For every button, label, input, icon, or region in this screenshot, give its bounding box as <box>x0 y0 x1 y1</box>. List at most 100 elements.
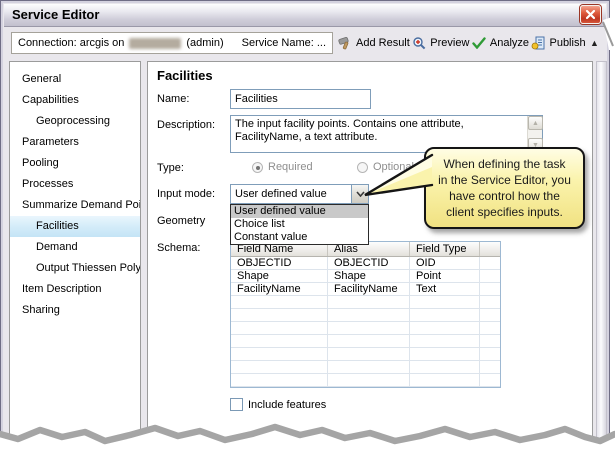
connection-box: Connection: arcgis on (admin) Service Na… <box>11 32 333 54</box>
table-cell <box>480 335 500 348</box>
schema-table[interactable]: Field NameAliasField Type OBJECTIDOBJECT… <box>230 241 501 388</box>
table-row[interactable] <box>231 361 500 374</box>
schema-label: Schema: <box>157 242 200 254</box>
main-panel: Facilities Name: Description: The input … <box>147 61 593 451</box>
add-result-button[interactable]: Add Result <box>338 36 410 50</box>
table-row[interactable] <box>231 348 500 361</box>
connection-admin-label: (admin) <box>186 37 223 49</box>
table-cell <box>328 309 410 322</box>
required-label: Required <box>268 161 313 173</box>
main-scrollbar-track[interactable] <box>596 61 607 451</box>
table-cell <box>480 296 500 309</box>
table-cell <box>480 257 500 270</box>
table-row[interactable] <box>231 296 500 309</box>
table-cell <box>480 322 500 335</box>
service-name-label: Service Name: ... <box>242 37 326 49</box>
sidebar-item-pooling[interactable]: Pooling <box>10 153 140 174</box>
torn-edge-bottom <box>0 410 615 456</box>
name-input[interactable] <box>230 89 371 109</box>
magnifier-plus-icon <box>412 36 426 50</box>
table-cell <box>231 374 328 387</box>
callout-tail <box>358 153 436 201</box>
table-cell <box>480 374 500 387</box>
description-text: The input facility points. Contains one … <box>235 118 525 144</box>
sidebar-item-demand[interactable]: Demand <box>10 237 140 258</box>
table-cell: OBJECTID <box>231 257 328 270</box>
table-row[interactable] <box>231 322 500 335</box>
description-label: Description: <box>157 119 215 131</box>
page-title: Facilities <box>157 68 213 83</box>
publish-label: Publish <box>549 37 585 49</box>
table-cell <box>410 361 480 374</box>
table-cell <box>410 335 480 348</box>
publish-button[interactable]: Publish <box>531 36 585 50</box>
sidebar-item-summarize-demand-points-by[interactable]: Summarize Demand Points By <box>10 195 140 216</box>
callout-text-line: in the Service Editor, you <box>426 172 583 188</box>
table-cell <box>231 335 328 348</box>
column-header[interactable] <box>480 242 500 256</box>
geometry-label: Geometry <box>157 215 205 227</box>
table-row[interactable] <box>231 309 500 322</box>
table-cell <box>410 374 480 387</box>
table-cell <box>231 309 328 322</box>
sidebar-item-output-thiessen-polygons[interactable]: Output Thiessen Polygons <box>10 258 140 279</box>
table-row[interactable]: ShapeShapePoint <box>231 270 500 283</box>
table-cell <box>480 270 500 283</box>
redacted-server-name <box>129 38 181 49</box>
table-cell: Point <box>410 270 480 283</box>
sidebar-item-general[interactable]: General <box>10 69 140 90</box>
table-row[interactable] <box>231 335 500 348</box>
toolbar: Add Result Preview Analyze <box>338 32 599 54</box>
sidebar-nav: GeneralCapabilitiesGeoprocessingParamete… <box>9 61 141 451</box>
table-cell <box>410 322 480 335</box>
green-check-icon <box>472 37 486 49</box>
analyze-button[interactable]: Analyze <box>472 37 529 49</box>
publish-doc-icon <box>531 36 545 50</box>
sidebar-item-item-description[interactable]: Item Description <box>10 279 140 300</box>
close-icon <box>585 9 596 20</box>
input-mode-label: Input mode: <box>157 188 215 200</box>
table-row[interactable]: OBJECTIDOBJECTIDOID <box>231 257 500 270</box>
scroll-up-icon[interactable]: ▲ <box>528 116 543 130</box>
dropdown-option[interactable]: User defined value <box>231 205 368 218</box>
torn-edge-right <box>611 0 615 456</box>
table-cell: OID <box>410 257 480 270</box>
table-cell <box>480 309 500 322</box>
hammer-icon <box>338 36 352 50</box>
sidebar-item-facilities[interactable]: Facilities <box>10 216 140 237</box>
connection-label: Connection: arcgis on <box>18 37 124 49</box>
torn-edge-corner <box>601 16 615 50</box>
table-cell <box>231 348 328 361</box>
table-cell <box>410 348 480 361</box>
dropdown-option[interactable]: Choice list <box>231 218 368 231</box>
table-row[interactable] <box>231 374 500 387</box>
column-header[interactable]: Field Type <box>410 242 480 256</box>
sidebar-item-parameters[interactable]: Parameters <box>10 132 140 153</box>
table-cell <box>410 296 480 309</box>
service-editor-window: Service Editor Connection: arcgis on (ad… <box>0 0 615 456</box>
table-cell <box>231 322 328 335</box>
sidebar-item-sharing[interactable]: Sharing <box>10 300 140 321</box>
preview-button[interactable]: Preview <box>412 36 469 50</box>
table-cell: FacilityName <box>231 283 328 296</box>
dropdown-option[interactable]: Constant value <box>231 231 368 244</box>
table-cell <box>328 374 410 387</box>
table-cell <box>410 309 480 322</box>
type-required-radio[interactable]: Required <box>252 160 313 174</box>
callout-text-line: client specifies inputs. <box>426 204 583 220</box>
table-row[interactable]: FacilityNameFacilityNameText <box>231 283 500 296</box>
table-cell <box>231 296 328 309</box>
table-cell <box>231 361 328 374</box>
table-cell: Text <box>410 283 480 296</box>
title-bar[interactable]: Service Editor <box>4 4 606 27</box>
sidebar-item-geoprocessing[interactable]: Geoprocessing <box>10 111 140 132</box>
callout-bubble: When defining the taskin the Service Edi… <box>424 147 585 229</box>
name-label: Name: <box>157 93 189 105</box>
sidebar-item-capabilities[interactable]: Capabilities <box>10 90 140 111</box>
table-cell <box>480 348 500 361</box>
table-cell <box>328 348 410 361</box>
sidebar-item-processes[interactable]: Processes <box>10 174 140 195</box>
input-mode-combobox[interactable]: User defined value <box>230 184 369 204</box>
close-button[interactable] <box>580 5 601 24</box>
toolbar-collapse-arrow[interactable]: ▲ <box>588 38 599 48</box>
